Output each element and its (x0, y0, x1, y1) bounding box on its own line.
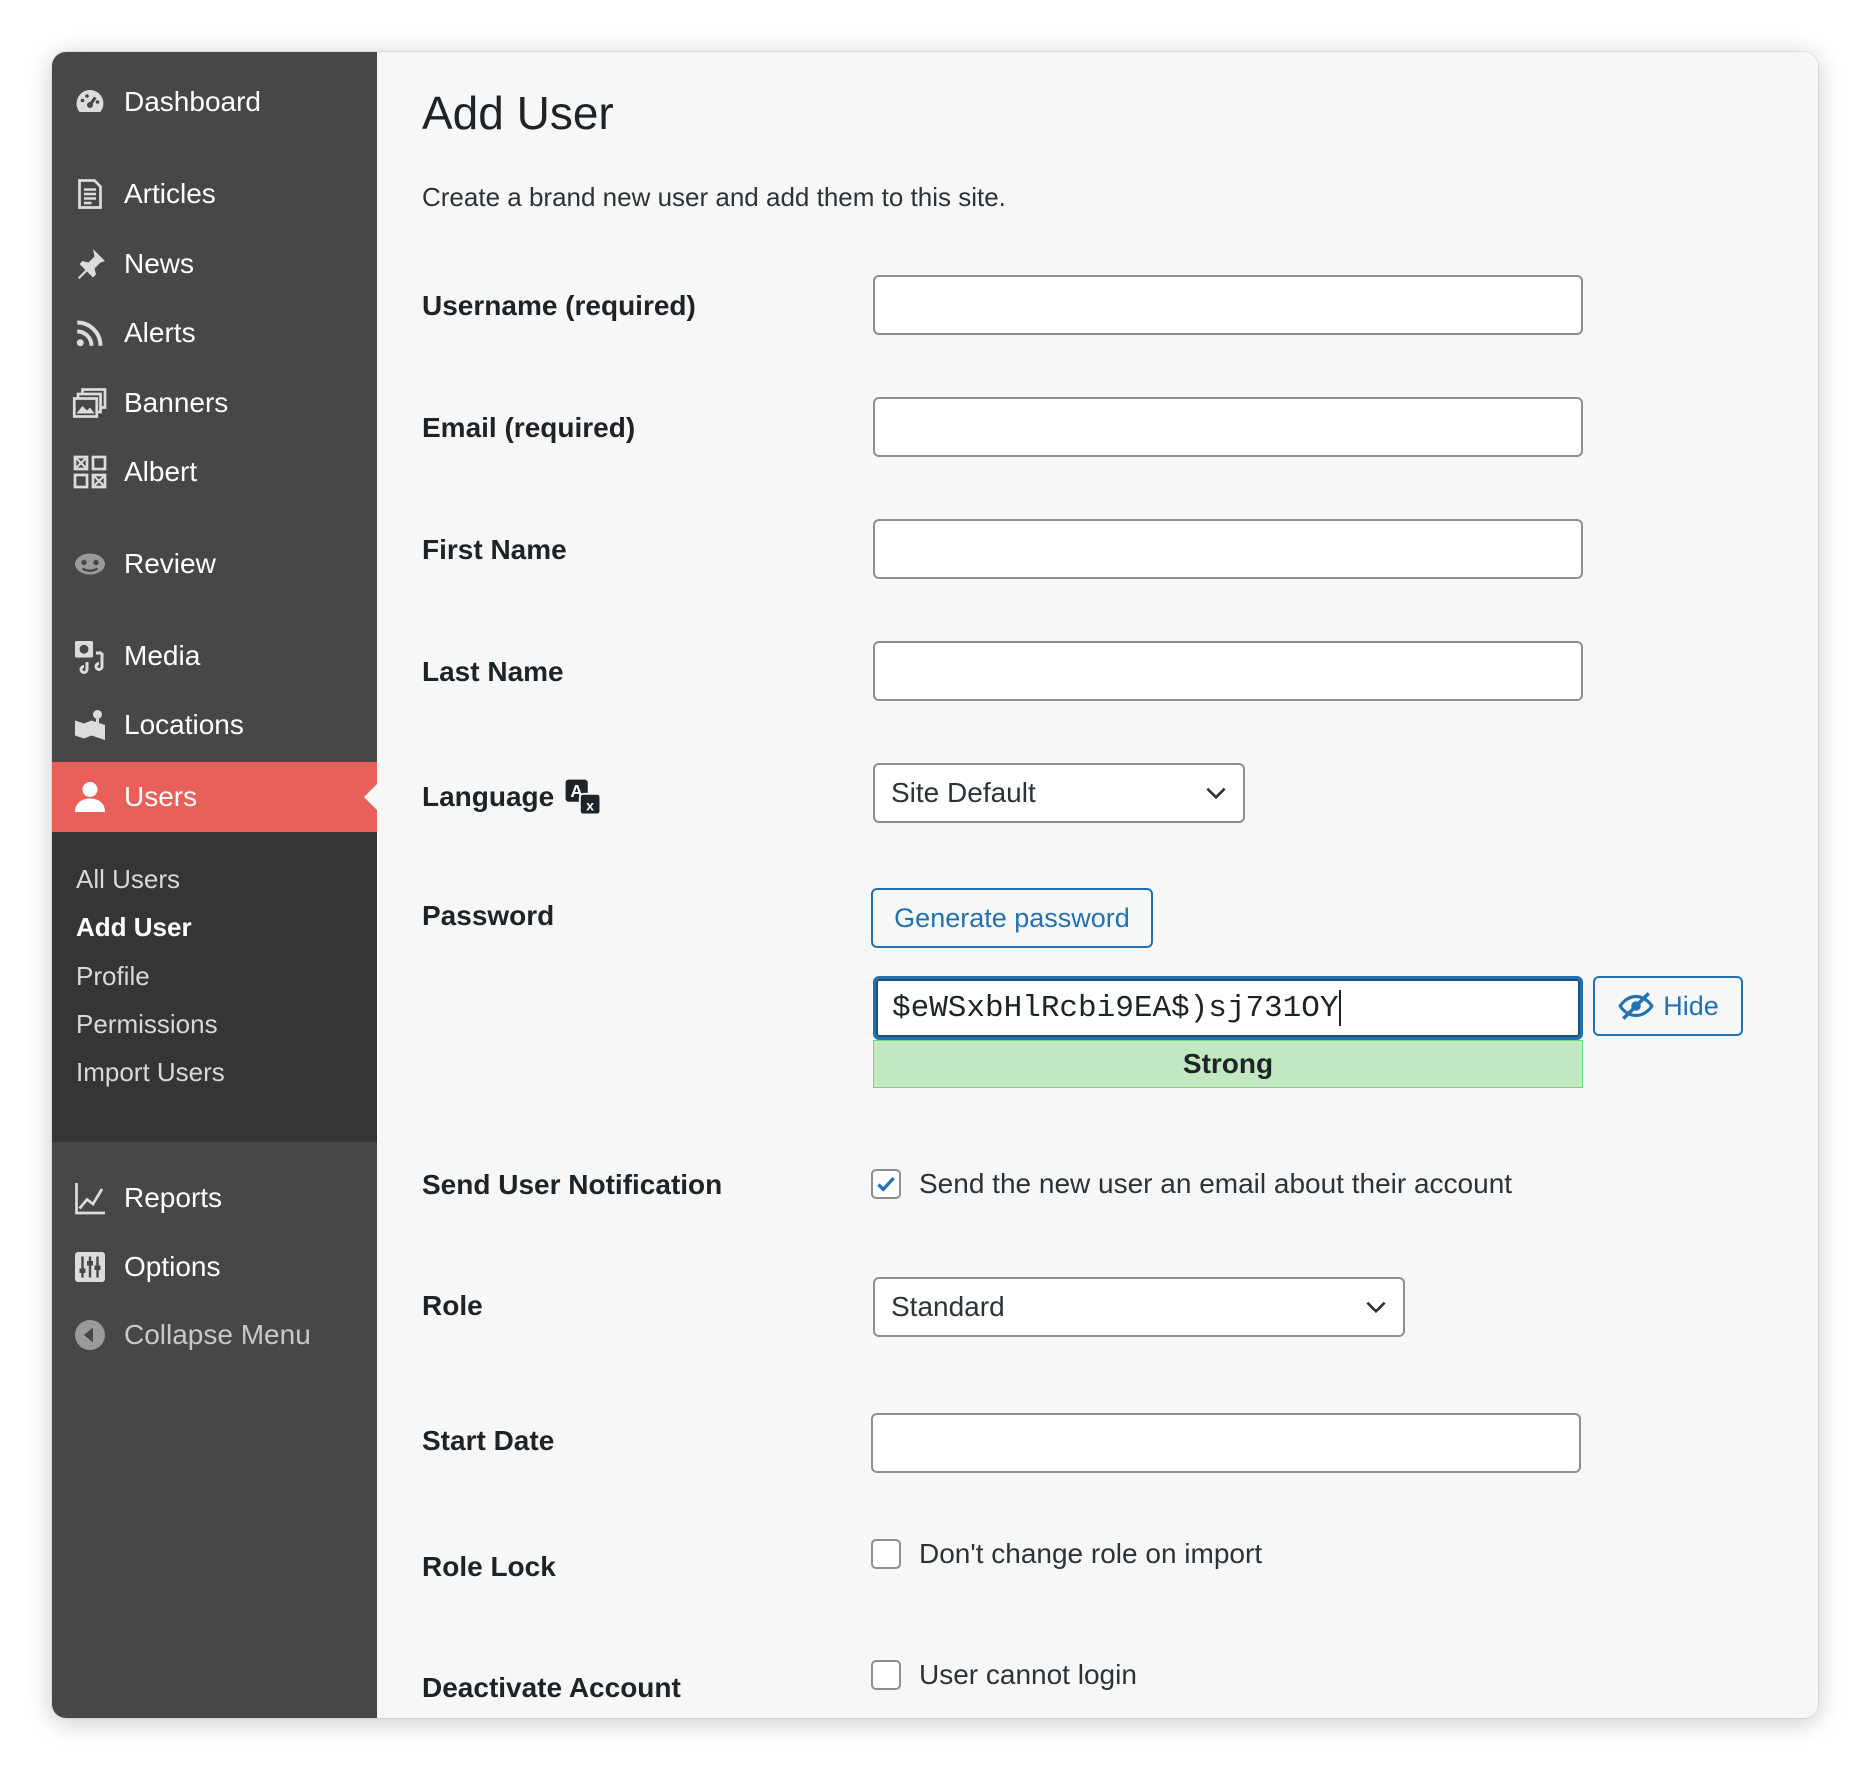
rss-icon (70, 313, 110, 353)
submenu-item-permissions[interactable]: Permissions (76, 1009, 218, 1040)
text-caret (1339, 990, 1342, 1026)
sidebar-item-label: Users (124, 781, 198, 812)
sidebar-item-media[interactable]: Media (52, 621, 377, 691)
role-select[interactable]: Standard (873, 1277, 1405, 1337)
translate-icon: Ax (564, 778, 602, 816)
collapse-menu-button[interactable]: Collapse Menu (52, 1300, 377, 1370)
sidebar-item-news[interactable]: News (52, 229, 377, 299)
sidebar-item-label: Review (124, 548, 216, 579)
deactivate-label: Deactivate Account (422, 1672, 681, 1703)
app-window: Dashboard Articles News Alerts Banners A… (52, 52, 1818, 1718)
deactivate-checkbox[interactable] (871, 1660, 901, 1690)
submenu-item-import-users[interactable]: Import Users (76, 1057, 225, 1088)
user-icon (70, 777, 110, 817)
deactivate-option: User cannot login (871, 1659, 1137, 1691)
sidebar-item-label: Articles (124, 178, 216, 209)
admin-sidebar: Dashboard Articles News Alerts Banners A… (52, 52, 377, 1718)
sidebar-item-label: Alerts (124, 317, 196, 348)
sidebar-item-options[interactable]: Options (52, 1232, 377, 1302)
password-label: Password (422, 900, 555, 931)
language-label-text: Language (422, 781, 555, 812)
submenu-item-all-users[interactable]: All Users (76, 864, 180, 895)
sidebar-item-label: Media (124, 640, 201, 671)
svg-text:x: x (586, 798, 594, 814)
password-input[interactable]: $eWSxbHlRcbi9EA$)sj731OY (873, 976, 1583, 1040)
first-name-label: First Name (422, 534, 567, 565)
sidebar-item-articles[interactable]: Articles (52, 159, 377, 229)
submenu-item-add-user[interactable]: Add User (76, 912, 192, 943)
hide-password-button[interactable]: Hide (1593, 976, 1743, 1036)
start-date-input[interactable] (871, 1413, 1581, 1473)
notification-label: Send User Notification (422, 1169, 723, 1200)
role-lock-label: Role Lock (422, 1551, 556, 1582)
language-select-value: Site Default (891, 777, 1036, 808)
sidebar-item-label: Banners (124, 387, 229, 418)
start-date-label: Start Date (422, 1425, 555, 1456)
role-label: Role (422, 1290, 483, 1321)
sidebar-item-locations[interactable]: Locations (52, 690, 377, 760)
sidebar-item-label: Options (124, 1251, 221, 1282)
eye-slash-icon (1617, 987, 1655, 1025)
last-name-input[interactable] (873, 641, 1583, 701)
last-name-label: Last Name (422, 656, 564, 687)
page-title: Add User (422, 87, 614, 139)
chevron-down-icon (1363, 1294, 1389, 1320)
sliders-icon (70, 1247, 110, 1287)
sidebar-item-banners[interactable]: Banners (52, 368, 377, 438)
review-icon (70, 544, 110, 584)
sidebar-item-label: Albert (124, 456, 198, 487)
generate-password-button[interactable]: Generate password (871, 888, 1153, 948)
sidebar-item-albert[interactable]: Albert (52, 437, 377, 507)
grid-icon (70, 452, 110, 492)
collapse-arrow-icon (70, 1315, 110, 1355)
language-select[interactable]: Site Default (873, 763, 1245, 823)
checkmark-icon (877, 1176, 895, 1192)
document-icon (70, 174, 110, 214)
sidebar-item-dashboard[interactable]: Dashboard (52, 67, 377, 137)
chevron-down-icon (1203, 780, 1229, 806)
notification-checkbox-label: Send the new user an email about their a… (919, 1168, 1513, 1199)
notification-option: Send the new user an email about their a… (871, 1168, 1512, 1200)
role-lock-option: Don't change role on import (871, 1538, 1262, 1570)
sidebar-item-label: Dashboard (124, 86, 261, 117)
main-content: Add User Create a brand new user and add… (377, 52, 1818, 1718)
password-value: $eWSxbHlRcbi9EA$)sj731OY (892, 990, 1339, 1026)
language-label: Language Ax (422, 778, 602, 816)
username-input[interactable] (873, 275, 1583, 335)
sidebar-item-label: Reports (124, 1182, 223, 1213)
username-label: Username (required) (422, 290, 696, 321)
role-select-value: Standard (891, 1291, 1005, 1322)
sidebar-item-label: News (124, 248, 195, 279)
gallery-icon (70, 383, 110, 423)
hide-label: Hide (1663, 990, 1719, 1021)
page-description: Create a brand new user and add them to … (422, 182, 1006, 212)
users-submenu: All Users Add User Profile Permissions I… (52, 832, 377, 1142)
collapse-menu-label: Collapse Menu (124, 1319, 311, 1350)
role-lock-checkbox-label: Don't change role on import (919, 1538, 1263, 1569)
first-name-input[interactable] (873, 519, 1583, 579)
locations-icon (70, 705, 110, 745)
email-input[interactable] (873, 397, 1583, 457)
sidebar-item-users[interactable]: Users (52, 762, 377, 832)
sidebar-item-reports[interactable]: Reports (52, 1163, 377, 1233)
role-lock-checkbox[interactable] (871, 1539, 901, 1569)
submenu-item-profile[interactable]: Profile (76, 961, 150, 992)
sidebar-item-review[interactable]: Review (52, 529, 377, 599)
dashboard-icon (70, 82, 110, 122)
deactivate-checkbox-label: User cannot login (919, 1659, 1137, 1690)
pin-icon (70, 244, 110, 284)
email-label: Email (required) (422, 412, 636, 443)
notification-checkbox[interactable] (871, 1169, 901, 1199)
sidebar-item-label: Locations (124, 709, 244, 740)
sidebar-item-alerts[interactable]: Alerts (52, 298, 377, 368)
media-icon (70, 636, 110, 676)
chart-icon (70, 1178, 110, 1218)
password-strength-meter: Strong (873, 1040, 1583, 1088)
